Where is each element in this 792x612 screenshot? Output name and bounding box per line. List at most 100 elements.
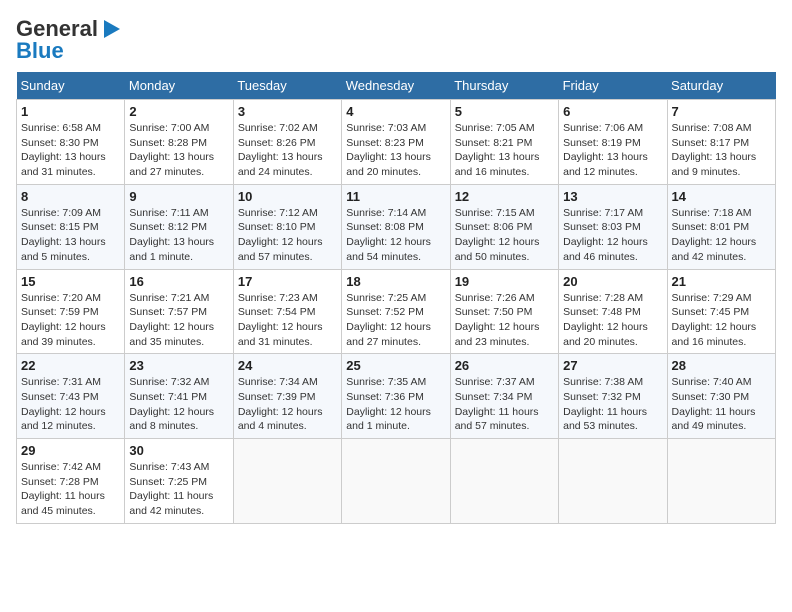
day-info: Sunrise: 7:05 AM Sunset: 8:21 PM Dayligh… — [455, 121, 554, 180]
calendar-cell: 27 Sunrise: 7:38 AM Sunset: 7:32 PM Dayl… — [559, 354, 667, 439]
day-number: 11 — [346, 189, 445, 204]
calendar-cell: 4 Sunrise: 7:03 AM Sunset: 8:23 PM Dayli… — [342, 100, 450, 185]
day-info: Sunrise: 7:02 AM Sunset: 8:26 PM Dayligh… — [238, 121, 337, 180]
day-of-week-header: Friday — [559, 72, 667, 100]
calendar-cell: 17 Sunrise: 7:23 AM Sunset: 7:54 PM Dayl… — [233, 269, 341, 354]
day-number: 8 — [21, 189, 120, 204]
day-info: Sunrise: 7:25 AM Sunset: 7:52 PM Dayligh… — [346, 291, 445, 350]
calendar-cell: 10 Sunrise: 7:12 AM Sunset: 8:10 PM Dayl… — [233, 184, 341, 269]
calendar-cell: 3 Sunrise: 7:02 AM Sunset: 8:26 PM Dayli… — [233, 100, 341, 185]
day-info: Sunrise: 7:37 AM Sunset: 7:34 PM Dayligh… — [455, 375, 554, 434]
calendar-cell: 25 Sunrise: 7:35 AM Sunset: 7:36 PM Dayl… — [342, 354, 450, 439]
calendar-cell: 23 Sunrise: 7:32 AM Sunset: 7:41 PM Dayl… — [125, 354, 233, 439]
calendar-cell: 8 Sunrise: 7:09 AM Sunset: 8:15 PM Dayli… — [17, 184, 125, 269]
day-info: Sunrise: 7:09 AM Sunset: 8:15 PM Dayligh… — [21, 206, 120, 265]
day-number: 7 — [672, 104, 771, 119]
calendar-cell: 22 Sunrise: 7:31 AM Sunset: 7:43 PM Dayl… — [17, 354, 125, 439]
calendar-cell — [450, 439, 558, 524]
calendar-table: SundayMondayTuesdayWednesdayThursdayFrid… — [16, 72, 776, 524]
day-info: Sunrise: 7:28 AM Sunset: 7:48 PM Dayligh… — [563, 291, 662, 350]
calendar-cell: 19 Sunrise: 7:26 AM Sunset: 7:50 PM Dayl… — [450, 269, 558, 354]
day-number: 2 — [129, 104, 228, 119]
day-number: 9 — [129, 189, 228, 204]
calendar-cell: 2 Sunrise: 7:00 AM Sunset: 8:28 PM Dayli… — [125, 100, 233, 185]
day-number: 5 — [455, 104, 554, 119]
calendar-week-row: 1 Sunrise: 6:58 AM Sunset: 8:30 PM Dayli… — [17, 100, 776, 185]
day-number: 24 — [238, 358, 337, 373]
calendar-cell: 5 Sunrise: 7:05 AM Sunset: 8:21 PM Dayli… — [450, 100, 558, 185]
day-info: Sunrise: 7:08 AM Sunset: 8:17 PM Dayligh… — [672, 121, 771, 180]
day-of-week-header: Saturday — [667, 72, 775, 100]
calendar-week-row: 29 Sunrise: 7:42 AM Sunset: 7:28 PM Dayl… — [17, 439, 776, 524]
calendar-cell: 14 Sunrise: 7:18 AM Sunset: 8:01 PM Dayl… — [667, 184, 775, 269]
day-number: 16 — [129, 274, 228, 289]
day-info: Sunrise: 7:35 AM Sunset: 7:36 PM Dayligh… — [346, 375, 445, 434]
day-number: 1 — [21, 104, 120, 119]
day-info: Sunrise: 7:42 AM Sunset: 7:28 PM Dayligh… — [21, 460, 120, 519]
day-info: Sunrise: 7:18 AM Sunset: 8:01 PM Dayligh… — [672, 206, 771, 265]
day-info: Sunrise: 7:32 AM Sunset: 7:41 PM Dayligh… — [129, 375, 228, 434]
calendar-cell: 24 Sunrise: 7:34 AM Sunset: 7:39 PM Dayl… — [233, 354, 341, 439]
day-number: 18 — [346, 274, 445, 289]
day-number: 10 — [238, 189, 337, 204]
day-info: Sunrise: 7:29 AM Sunset: 7:45 PM Dayligh… — [672, 291, 771, 350]
day-number: 25 — [346, 358, 445, 373]
logo-triangle-icon — [100, 18, 122, 40]
day-info: Sunrise: 7:00 AM Sunset: 8:28 PM Dayligh… — [129, 121, 228, 180]
day-info: Sunrise: 7:14 AM Sunset: 8:08 PM Dayligh… — [346, 206, 445, 265]
calendar-week-row: 15 Sunrise: 7:20 AM Sunset: 7:59 PM Dayl… — [17, 269, 776, 354]
day-number: 22 — [21, 358, 120, 373]
day-info: Sunrise: 7:17 AM Sunset: 8:03 PM Dayligh… — [563, 206, 662, 265]
day-number: 4 — [346, 104, 445, 119]
day-number: 27 — [563, 358, 662, 373]
day-of-week-header: Thursday — [450, 72, 558, 100]
day-info: Sunrise: 7:43 AM Sunset: 7:25 PM Dayligh… — [129, 460, 228, 519]
calendar-cell — [233, 439, 341, 524]
day-info: Sunrise: 7:23 AM Sunset: 7:54 PM Dayligh… — [238, 291, 337, 350]
calendar-cell: 30 Sunrise: 7:43 AM Sunset: 7:25 PM Dayl… — [125, 439, 233, 524]
calendar-cell: 7 Sunrise: 7:08 AM Sunset: 8:17 PM Dayli… — [667, 100, 775, 185]
calendar-cell: 29 Sunrise: 7:42 AM Sunset: 7:28 PM Dayl… — [17, 439, 125, 524]
day-number: 19 — [455, 274, 554, 289]
calendar-cell: 28 Sunrise: 7:40 AM Sunset: 7:30 PM Dayl… — [667, 354, 775, 439]
day-of-week-header: Wednesday — [342, 72, 450, 100]
day-number: 20 — [563, 274, 662, 289]
calendar-week-row: 22 Sunrise: 7:31 AM Sunset: 7:43 PM Dayl… — [17, 354, 776, 439]
calendar-cell: 9 Sunrise: 7:11 AM Sunset: 8:12 PM Dayli… — [125, 184, 233, 269]
day-info: Sunrise: 7:03 AM Sunset: 8:23 PM Dayligh… — [346, 121, 445, 180]
day-number: 26 — [455, 358, 554, 373]
day-info: Sunrise: 7:21 AM Sunset: 7:57 PM Dayligh… — [129, 291, 228, 350]
day-number: 6 — [563, 104, 662, 119]
calendar-cell: 13 Sunrise: 7:17 AM Sunset: 8:03 PM Dayl… — [559, 184, 667, 269]
day-of-week-header: Tuesday — [233, 72, 341, 100]
day-info: Sunrise: 7:40 AM Sunset: 7:30 PM Dayligh… — [672, 375, 771, 434]
day-number: 12 — [455, 189, 554, 204]
calendar-cell: 26 Sunrise: 7:37 AM Sunset: 7:34 PM Dayl… — [450, 354, 558, 439]
day-info: Sunrise: 7:26 AM Sunset: 7:50 PM Dayligh… — [455, 291, 554, 350]
day-info: Sunrise: 7:12 AM Sunset: 8:10 PM Dayligh… — [238, 206, 337, 265]
day-of-week-header: Monday — [125, 72, 233, 100]
calendar-cell: 21 Sunrise: 7:29 AM Sunset: 7:45 PM Dayl… — [667, 269, 775, 354]
page-header: General Blue — [16, 16, 776, 64]
day-info: Sunrise: 6:58 AM Sunset: 8:30 PM Dayligh… — [21, 121, 120, 180]
day-info: Sunrise: 7:11 AM Sunset: 8:12 PM Dayligh… — [129, 206, 228, 265]
day-number: 3 — [238, 104, 337, 119]
calendar-week-row: 8 Sunrise: 7:09 AM Sunset: 8:15 PM Dayli… — [17, 184, 776, 269]
day-info: Sunrise: 7:15 AM Sunset: 8:06 PM Dayligh… — [455, 206, 554, 265]
day-info: Sunrise: 7:06 AM Sunset: 8:19 PM Dayligh… — [563, 121, 662, 180]
logo-blue: Blue — [16, 38, 64, 64]
calendar-cell: 15 Sunrise: 7:20 AM Sunset: 7:59 PM Dayl… — [17, 269, 125, 354]
day-info: Sunrise: 7:34 AM Sunset: 7:39 PM Dayligh… — [238, 375, 337, 434]
calendar-header-row: SundayMondayTuesdayWednesdayThursdayFrid… — [17, 72, 776, 100]
day-number: 28 — [672, 358, 771, 373]
day-info: Sunrise: 7:31 AM Sunset: 7:43 PM Dayligh… — [21, 375, 120, 434]
day-number: 21 — [672, 274, 771, 289]
day-number: 15 — [21, 274, 120, 289]
day-number: 17 — [238, 274, 337, 289]
calendar-cell: 1 Sunrise: 6:58 AM Sunset: 8:30 PM Dayli… — [17, 100, 125, 185]
calendar-cell — [342, 439, 450, 524]
day-number: 13 — [563, 189, 662, 204]
calendar-cell: 20 Sunrise: 7:28 AM Sunset: 7:48 PM Dayl… — [559, 269, 667, 354]
calendar-cell — [559, 439, 667, 524]
day-number: 29 — [21, 443, 120, 458]
